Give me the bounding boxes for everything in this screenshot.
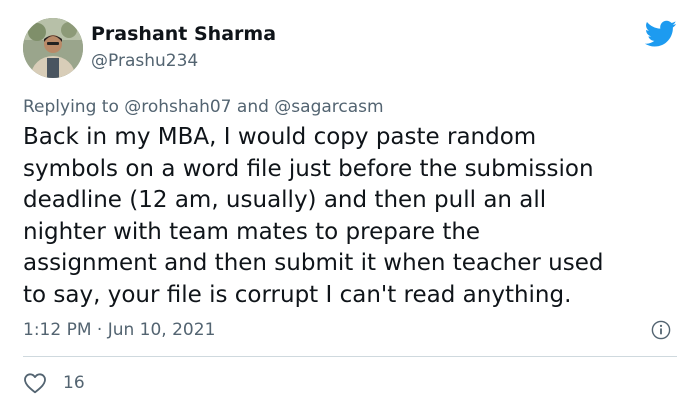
like-count: 16 [63,373,85,393]
user-handle[interactable]: @Prashu234 [91,50,198,72]
tweet-text-line: deadline (12 am, usually) and then pull … [23,187,547,214]
divider [23,356,677,357]
tweet-text-line: symbols on a word file just before the s… [23,155,594,182]
reply-joiner: and [236,97,269,117]
mention-link-2[interactable]: @sagarcasm [274,97,383,117]
mention-link-1[interactable]: @rohshah07 [124,97,231,117]
tweet-text-line: assignment and then submit it when teach… [23,250,604,277]
heart-icon[interactable] [23,372,47,394]
tweet-text-line: Back in my MBA, I would copy paste rando… [23,124,537,150]
info-icon[interactable] [651,320,671,340]
tweet-card: Prashant Sharma @Prashu234 Replying to @… [0,0,700,411]
display-name[interactable]: Prashant Sharma [91,22,276,46]
tweet-text-line: nighter with team mates to prepare the [23,218,481,245]
avatar[interactable] [23,18,83,78]
tweet-timestamp[interactable]: 1:12 PM · Jun 10, 2021 [23,319,215,341]
tweet-text: Back in my MBA, I would copy paste rando… [23,122,683,312]
reply-context: Replying to @rohshah07 and @sagarcasm [23,96,384,118]
twitter-bird-icon[interactable] [645,20,677,48]
tweet-text-line: to say, your file is corrupt I can't rea… [23,281,572,308]
reply-prefix: Replying to [23,97,119,117]
